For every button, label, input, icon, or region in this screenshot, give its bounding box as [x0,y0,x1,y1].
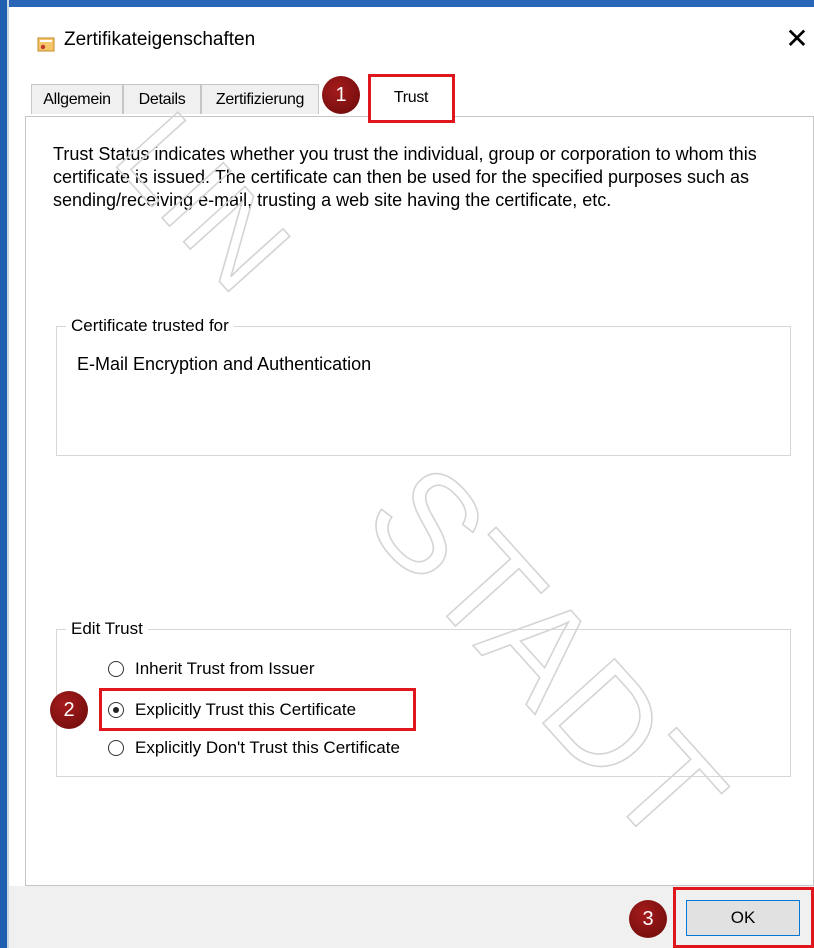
window-left-edge-highlight [7,0,9,948]
window-title: Zertifikateigenschaften [64,29,256,50]
edit-trust-legend: Edit Trust [66,619,148,639]
trusted-for-groupbox [56,326,791,456]
radio-button[interactable] [108,740,124,756]
radio-button-selected[interactable] [108,702,124,718]
window-left-edge [0,0,7,948]
certificate-icon [37,37,55,52]
step-marker-2: 2 [50,691,88,729]
radio-label: Explicitly Trust this Certificate [135,700,357,719]
step-marker-1: 1 [322,76,360,114]
trust-description: Trust Status indicates whether you trust… [53,144,757,210]
title-bar-top-border [9,0,814,7]
trusted-purpose-item: E-Mail Encryption and Authentication [77,354,372,374]
close-icon[interactable]: ✕ [783,24,811,54]
trusted-for-legend: Certificate trusted for [66,316,234,336]
radio-selected-dot [112,706,119,713]
radio-button[interactable] [108,661,124,677]
radio-label: Explicitly Don't Trust this Certificate [135,738,400,757]
ok-button[interactable]: OK [686,900,800,936]
step-marker-3: 3 [629,900,667,938]
tab-zertifizierung[interactable]: Zertifizierung [201,84,319,114]
tab-details[interactable]: Details [123,84,201,114]
radio-label: Inherit Trust from Issuer [135,659,315,678]
tab-allgemein[interactable]: Allgemein [31,84,123,114]
tab-trust[interactable]: Trust [369,76,453,117]
